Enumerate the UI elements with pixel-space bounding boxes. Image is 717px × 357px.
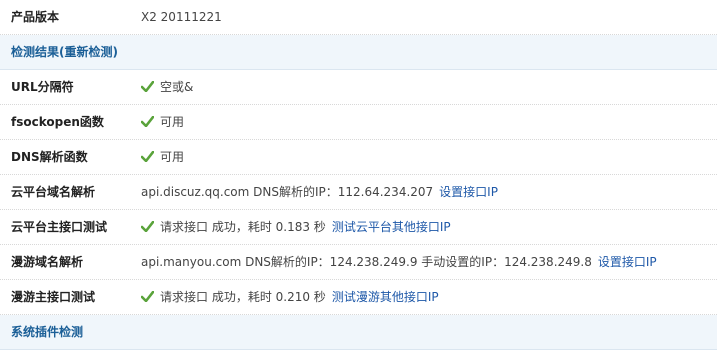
check-icon: [141, 151, 154, 162]
results-section-title[interactable]: 检测结果(重新检测): [11, 35, 118, 70]
check-label: fsockopen函数: [11, 115, 104, 129]
check-row-fsockopen: fsockopen函数 可用: [0, 105, 717, 140]
plugins-section-title: 系统插件检测: [11, 325, 84, 339]
cloud-api-value: 请求接口 成功，耗时 0.183 秒测试云平台其他接口IP: [141, 210, 451, 245]
check-result: 可用: [160, 150, 185, 164]
manyou-domain-label: 漫游域名解析: [11, 255, 84, 269]
manyou-api-value: 请求接口 成功，耗时 0.210 秒测试漫游其他接口IP: [141, 280, 439, 315]
cloud-domain-text: api.discuz.qq.com DNS解析的IP：112.64.234.20…: [141, 185, 434, 199]
cloud-api-status: 请求接口 成功，耗时 0.183 秒: [160, 220, 326, 234]
manyou-api-label: 漫游主接口测试: [11, 290, 96, 304]
check-label: URL分隔符: [11, 80, 74, 94]
manyou-api-row: 漫游主接口测试 请求接口 成功，耗时 0.210 秒测试漫游其他接口IP: [0, 280, 717, 315]
manyou-domain-text: api.manyou.com DNS解析的IP：124.238.249.9 手动…: [141, 255, 592, 269]
check-icon: [141, 81, 154, 92]
cloud-api-row: 云平台主接口测试 请求接口 成功，耗时 0.183 秒测试云平台其他接口IP: [0, 210, 717, 245]
check-value: 空或&: [141, 70, 193, 105]
manyou-api-status: 请求接口 成功，耗时 0.210 秒: [160, 290, 326, 304]
cloud-diagnostic-table: 产品版本 X2 20111221 检测结果(重新检测) URL分隔符 空或& f…: [0, 0, 717, 350]
set-manyou-ip-link[interactable]: 设置接口IP: [598, 255, 657, 269]
cloud-domain-value: api.discuz.qq.com DNS解析的IP：112.64.234.20…: [141, 175, 498, 210]
manyou-domain-row: 漫游域名解析 api.manyou.com DNS解析的IP：124.238.2…: [0, 245, 717, 280]
check-icon: [141, 116, 154, 127]
check-icon: [141, 291, 154, 302]
cloud-domain-row: 云平台域名解析 api.discuz.qq.com DNS解析的IP：112.6…: [0, 175, 717, 210]
plugins-section-header: 系统插件检测: [0, 315, 717, 350]
check-icon: [141, 221, 154, 232]
check-value: 可用: [141, 105, 184, 140]
product-version-label: 产品版本: [11, 10, 60, 24]
cloud-api-label: 云平台主接口测试: [11, 220, 108, 234]
product-version-row: 产品版本 X2 20111221: [0, 0, 717, 35]
set-cloud-ip-link[interactable]: 设置接口IP: [439, 185, 498, 199]
check-value: 可用: [141, 140, 184, 175]
check-result: 可用: [160, 115, 185, 129]
check-row-dns: DNS解析函数 可用: [0, 140, 717, 175]
check-result: 空或&: [160, 80, 194, 94]
test-cloud-other-ip-link[interactable]: 测试云平台其他接口IP: [332, 220, 451, 234]
check-row-url-separator: URL分隔符 空或&: [0, 70, 717, 105]
product-version-value: X2 20111221: [141, 10, 222, 24]
manyou-domain-value: api.manyou.com DNS解析的IP：124.238.249.9 手动…: [141, 245, 657, 280]
test-manyou-other-ip-link[interactable]: 测试漫游其他接口IP: [332, 290, 439, 304]
check-label: DNS解析函数: [11, 150, 88, 164]
cloud-domain-label: 云平台域名解析: [11, 185, 96, 199]
results-section-header: 检测结果(重新检测): [0, 35, 717, 70]
